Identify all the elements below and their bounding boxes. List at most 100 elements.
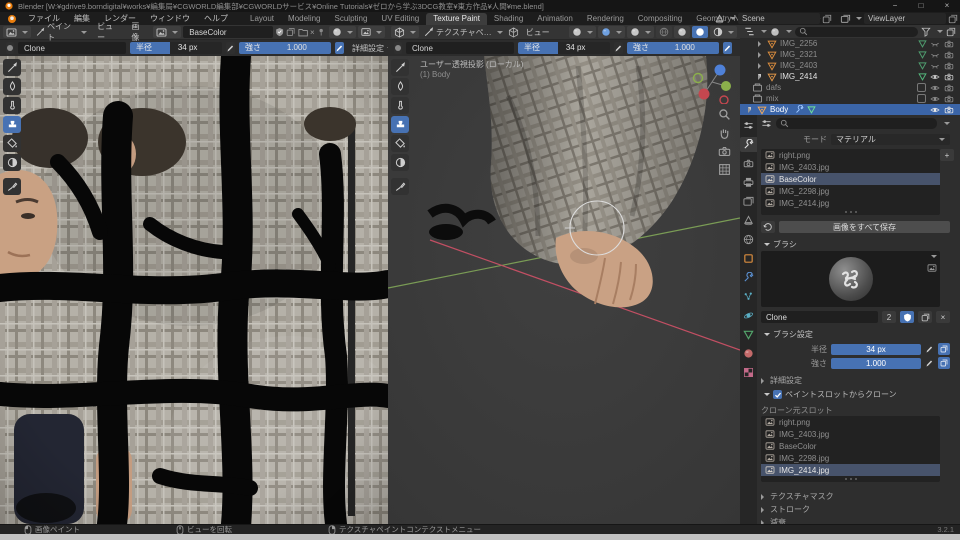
hide-eye-closed-icon[interactable] [930, 40, 940, 48]
brush-preview-box[interactable] [761, 251, 940, 307]
brush-name-field[interactable]: Clone [761, 311, 878, 323]
strength-slider[interactable]: 強さ 1.000 [239, 42, 331, 54]
brush-users-count-button[interactable]: 2 [882, 311, 896, 323]
clone-from-paint-slot-checkbox[interactable] [773, 390, 782, 399]
brush-browse-chevron-icon[interactable] [930, 255, 937, 258]
paint-slot-row[interactable]: IMG_2414.jpg [761, 197, 940, 209]
outliner-row-img2414[interactable]: IMG_2414 [740, 71, 960, 82]
camera-view-icon[interactable] [718, 146, 731, 157]
pin-icon[interactable] [317, 27, 325, 37]
view-layer-icon[interactable] [840, 14, 851, 24]
open-image-folder-icon[interactable] [298, 28, 308, 37]
tab-view-layer[interactable] [740, 194, 757, 209]
outliner-row-img2321[interactable]: IMG_2321 [740, 49, 960, 60]
strength-slider[interactable]: 強さ 1.000 [627, 42, 719, 54]
hide-eye-icon[interactable] [930, 106, 940, 114]
outliner-options-icon[interactable] [946, 27, 956, 37]
editor-type-button[interactable] [3, 26, 31, 38]
tab-world[interactable] [740, 232, 757, 247]
new-scene-icon[interactable] [822, 14, 832, 24]
orthographic-grid-icon[interactable] [718, 163, 731, 176]
render-camera-icon[interactable] [944, 106, 954, 114]
list-resize-grip[interactable] [761, 209, 940, 215]
active-brush-name[interactable]: Clone [18, 42, 126, 54]
tab-physics[interactable] [740, 308, 757, 323]
tool-smear-icon[interactable] [3, 97, 21, 114]
blender-app-icon[interactable] [6, 14, 18, 24]
tab-material[interactable] [740, 346, 757, 361]
save-all-images-button[interactable]: 画像をすべて保存 [779, 221, 950, 233]
brush-section-header[interactable]: ブラシ [761, 239, 950, 250]
brush-settings-header[interactable]: ブラシ設定 [761, 329, 950, 340]
tool-mask-icon[interactable] [3, 154, 21, 171]
shading-rendered-icon[interactable] [710, 26, 737, 38]
hide-eye-closed-icon[interactable] [930, 51, 940, 59]
tab-output[interactable] [740, 175, 757, 190]
close-button[interactable]: × [934, 0, 960, 12]
list-resize-grip[interactable] [761, 476, 940, 482]
paint-slot-row[interactable]: right.png [761, 149, 940, 161]
image-menu[interactable]: 画像 [126, 21, 151, 43]
paint-slot-row[interactable]: IMG_2298.jpg [761, 185, 940, 197]
clone-slot-row[interactable]: right.png [761, 416, 940, 428]
paint-mode-select[interactable]: ペイント [33, 22, 90, 42]
scene-icon[interactable] [714, 14, 725, 24]
filter-icon[interactable] [921, 27, 931, 37]
render-camera-icon[interactable] [944, 51, 954, 59]
clone-slot-row-selected[interactable]: IMG_2414.jpg [761, 464, 940, 476]
texture-mask-section-header[interactable]: テクスチャマスク [761, 491, 950, 502]
strength-pressure-button[interactable] [335, 42, 344, 54]
brush-preview-button[interactable] [6, 42, 14, 54]
image-options-button[interactable] [358, 26, 386, 38]
active-brush-name[interactable]: Clone [406, 42, 514, 54]
render-camera-icon[interactable] [944, 73, 954, 81]
brush-image-icon[interactable] [927, 264, 937, 272]
tool-clone-icon[interactable] [391, 116, 409, 133]
orientation-gizmo[interactable] [690, 60, 734, 104]
render-camera-icon[interactable] [944, 62, 954, 70]
outliner-row-dafs-collection[interactable]: dafs [740, 82, 960, 93]
clone-slot-row[interactable]: IMG_2298.jpg [761, 452, 940, 464]
tab-texture[interactable] [740, 365, 757, 380]
hide-eye-icon[interactable] [930, 95, 940, 103]
outliner-row-img2403[interactable]: IMG_2403 [740, 60, 960, 71]
mode-select[interactable]: マテリアル [831, 134, 950, 145]
uv-texture-canvas[interactable] [0, 56, 388, 524]
unlink-brush-button[interactable]: × [936, 311, 950, 323]
falloff-section-header[interactable]: 減衰 [761, 517, 950, 524]
hide-eye-closed-icon[interactable] [930, 62, 940, 70]
tab-particles[interactable] [740, 289, 757, 304]
strength-slider[interactable]: 1.000 [831, 357, 921, 369]
maximize-button[interactable]: □ [908, 0, 934, 12]
properties-editor-icon[interactable] [740, 118, 757, 133]
display-channels-button[interactable] [329, 26, 357, 38]
shading-wireframe-icon[interactable] [656, 26, 672, 38]
strength-pressure-icon[interactable] [925, 359, 934, 368]
tool-fill-icon[interactable] [3, 135, 21, 152]
minimize-button[interactable]: − [882, 0, 908, 12]
stroke-section-header[interactable]: ストローク [761, 504, 950, 515]
tab-scene[interactable] [740, 213, 757, 228]
brush-preview-button[interactable] [394, 42, 402, 54]
fake-user-shield-button[interactable] [900, 311, 914, 323]
expand-icon[interactable] [758, 40, 761, 47]
zoom-icon[interactable] [718, 108, 731, 121]
tool-clone-icon[interactable] [3, 116, 21, 133]
xray-toggle-button[interactable] [627, 26, 654, 38]
strength-pressure-button[interactable] [723, 42, 732, 54]
clone-slot-row[interactable]: BaseColor [761, 440, 940, 452]
image-name-field[interactable]: BaseColor [183, 26, 274, 38]
tab-object-data[interactable] [740, 327, 757, 342]
tab-layout[interactable]: Layout [243, 13, 281, 25]
tab-uv-editing[interactable]: UV Editing [374, 13, 426, 25]
exclude-checkbox[interactable] [917, 94, 926, 103]
outliner-search-input[interactable] [795, 26, 918, 37]
shading-material-icon[interactable] [692, 26, 708, 38]
paint-slot-row-selected[interactable]: BaseColor [761, 173, 940, 185]
interaction-mode-select[interactable]: テクスチャペ… [421, 26, 506, 38]
menu-help[interactable]: ヘルプ [197, 12, 235, 25]
tab-sculpting[interactable]: Sculpting [328, 13, 375, 25]
tool-soften-icon[interactable] [391, 78, 409, 95]
viewport-canvas[interactable]: ユーザー透視投影 (ローカル) (1) Body [388, 56, 740, 524]
advanced-section-header[interactable]: 詳細設定 [761, 375, 950, 386]
